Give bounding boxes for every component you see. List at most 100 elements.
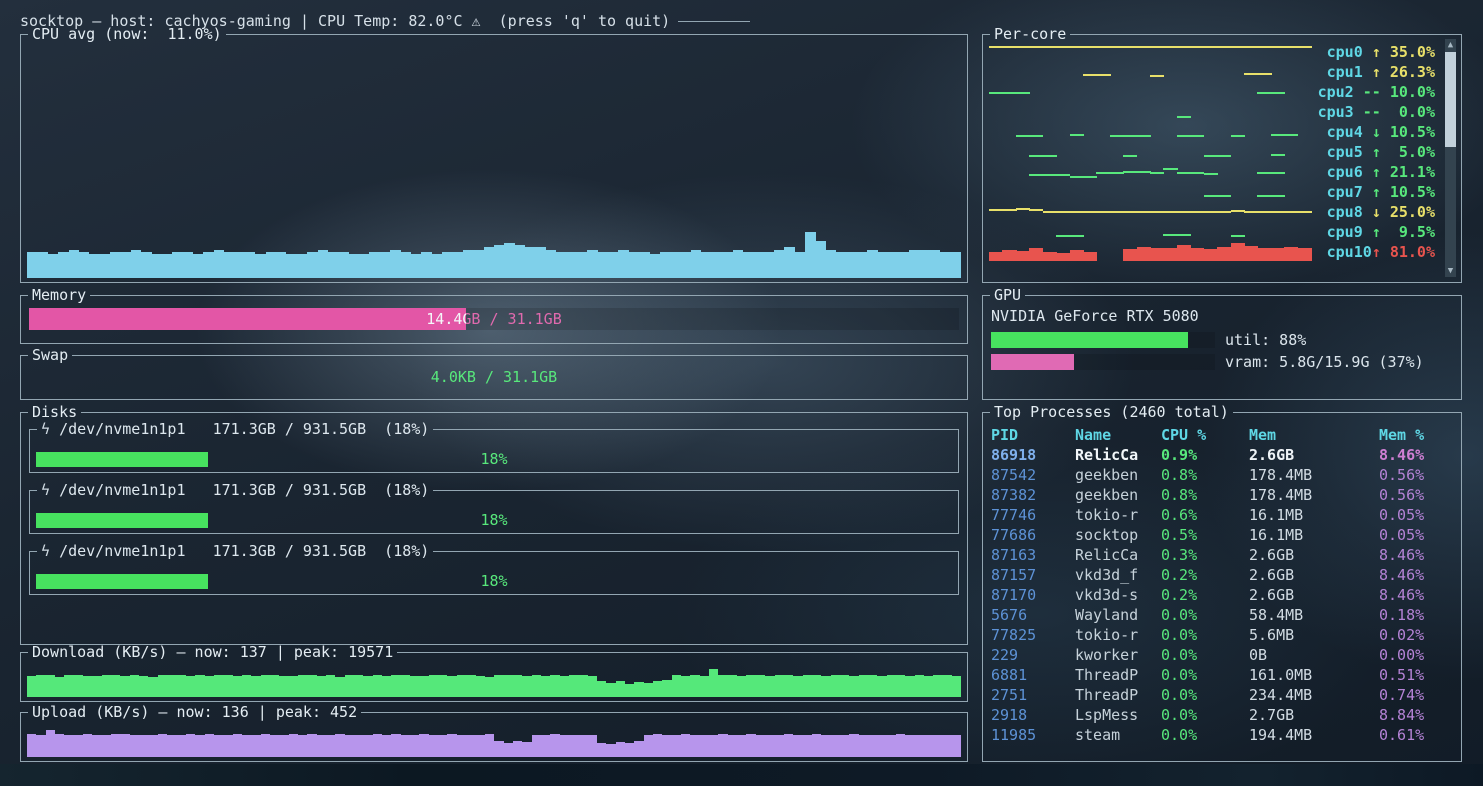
spark-dash bbox=[1271, 211, 1285, 213]
chart-bar bbox=[89, 254, 99, 278]
chart-bar bbox=[410, 676, 419, 697]
process-cpu: 0.2% bbox=[1161, 566, 1249, 584]
spark-dash bbox=[1177, 46, 1191, 48]
chart-bar bbox=[289, 676, 298, 697]
chart-bar bbox=[644, 735, 653, 757]
chart-bar bbox=[130, 675, 139, 697]
spark-dash bbox=[1070, 134, 1084, 136]
chart-bar bbox=[795, 252, 805, 278]
core-value: ↑ 35.0% bbox=[1372, 43, 1435, 61]
chart-bar bbox=[429, 735, 438, 757]
scroll-up-icon[interactable]: ▲ bbox=[1445, 39, 1456, 51]
chart-bar bbox=[681, 676, 690, 697]
spark-bar bbox=[1150, 248, 1164, 261]
core-value: -- 0.0% bbox=[1363, 103, 1435, 121]
chart-bar bbox=[670, 252, 680, 278]
chart-bar bbox=[588, 735, 597, 757]
disk-percent-label: 18% bbox=[30, 511, 958, 529]
chart-bar bbox=[419, 734, 428, 757]
process-row: 86918RelicCa0.9%2.6GB8.46% bbox=[991, 445, 1455, 465]
chart-bar bbox=[37, 252, 47, 278]
core-sparkline bbox=[989, 103, 1311, 121]
chart-bar bbox=[438, 735, 447, 758]
chart-bar bbox=[36, 675, 45, 697]
scrollbar-thumb[interactable] bbox=[1445, 52, 1456, 147]
process-name: RelicCa bbox=[1075, 546, 1161, 564]
chart-bar bbox=[616, 681, 625, 697]
spark-dash bbox=[1177, 234, 1191, 236]
chart-bar bbox=[847, 252, 857, 278]
process-cpu: 0.9% bbox=[1161, 446, 1249, 464]
chart-bar bbox=[261, 734, 270, 757]
chart-bar bbox=[546, 250, 556, 278]
chart-bar bbox=[681, 252, 691, 278]
spark-dash bbox=[1002, 46, 1016, 48]
spark-dash bbox=[1190, 211, 1204, 213]
chart-bar bbox=[391, 675, 400, 697]
spark-bar bbox=[1123, 249, 1137, 261]
chart-bar bbox=[120, 734, 129, 757]
chart-bar bbox=[597, 743, 606, 757]
chart-bar bbox=[924, 676, 933, 697]
chart-bar bbox=[205, 676, 214, 697]
border-segment bbox=[433, 490, 959, 491]
spark-dash bbox=[1231, 235, 1245, 237]
border-segment bbox=[29, 551, 37, 552]
scroll-down-icon[interactable]: ▼ bbox=[1445, 265, 1456, 277]
panel-title-row: Memory bbox=[20, 285, 968, 305]
column-header: Name bbox=[1075, 426, 1161, 444]
spark-dash bbox=[1016, 208, 1030, 210]
chart-bar bbox=[634, 741, 643, 757]
spark-dash bbox=[1163, 211, 1177, 213]
chart-bar bbox=[784, 675, 793, 697]
app-title: socktop — host: cachyos-gaming | CPU Tem… bbox=[20, 12, 670, 30]
chart-bar bbox=[307, 252, 317, 278]
chart-bar bbox=[270, 675, 279, 697]
core-label: cpu4 ↓ 10.5% bbox=[1315, 122, 1435, 142]
spark-dash bbox=[1137, 135, 1151, 137]
process-mem: 2.6GB bbox=[1249, 446, 1379, 464]
cpu-avg-panel: CPU avg (now: 11.0%) bbox=[20, 34, 968, 283]
disks-panel: Disks ϟ /dev/nvme1n1p1 171.3GB / 931.5GB… bbox=[20, 412, 968, 645]
disk-percent-label: 18% bbox=[30, 572, 958, 590]
per-core-scrollbar[interactable]: ▲ ▼ bbox=[1445, 39, 1456, 277]
spark-dash bbox=[1217, 195, 1231, 197]
process-mem-percent: 8.46% bbox=[1379, 546, 1455, 564]
core-label: cpu0 ↑ 35.0% bbox=[1315, 42, 1435, 62]
per-core-row: cpu3 -- 0.0% bbox=[989, 102, 1435, 122]
process-mem: 2.6GB bbox=[1249, 566, 1379, 584]
chart-bar bbox=[270, 735, 279, 758]
gpu-util-row: util: 88% bbox=[991, 329, 1453, 351]
chart-bar bbox=[410, 735, 419, 757]
chart-bar bbox=[233, 734, 242, 757]
core-list: cpu0 ↑ 35.0%cpu1 ↑ 26.3%cpu2 -- 10.0%cpu… bbox=[989, 42, 1435, 280]
spark-dash bbox=[1284, 134, 1298, 136]
core-sparkline bbox=[989, 223, 1311, 241]
spark-dash bbox=[1257, 211, 1271, 213]
gpu-device-name: NVIDIA GeForce RTX 5080 bbox=[991, 307, 1199, 325]
spark-dash bbox=[1150, 211, 1164, 213]
chart-bar bbox=[896, 734, 905, 757]
spark-dash bbox=[1204, 211, 1218, 213]
chart-bar bbox=[625, 684, 634, 698]
gpu-util-bar bbox=[991, 332, 1188, 348]
core-value: ↑ 9.5% bbox=[1372, 223, 1435, 241]
process-table: PIDNameCPU %MemMem %86918RelicCa0.9%2.6G… bbox=[991, 425, 1455, 759]
chart-bar bbox=[242, 735, 251, 757]
chart-bar bbox=[700, 735, 709, 758]
chart-bar bbox=[148, 735, 157, 757]
chart-bar bbox=[152, 254, 162, 278]
disk-title: ϟ /dev/nvme1n1p1 171.3GB / 931.5GB (18%) bbox=[37, 541, 433, 561]
chart-bar bbox=[48, 254, 58, 278]
chart-bar bbox=[473, 250, 483, 278]
chart-bar bbox=[578, 735, 587, 757]
chart-bar bbox=[867, 250, 877, 278]
chart-bar bbox=[836, 252, 846, 278]
chart-bar bbox=[485, 677, 494, 697]
chart-bar bbox=[373, 675, 382, 697]
cpu-history-chart bbox=[27, 60, 961, 278]
process-cpu: 0.6% bbox=[1161, 506, 1249, 524]
chart-bar bbox=[793, 676, 802, 697]
spark-dash bbox=[1257, 46, 1271, 48]
per-core-title: Per-core bbox=[990, 24, 1070, 44]
